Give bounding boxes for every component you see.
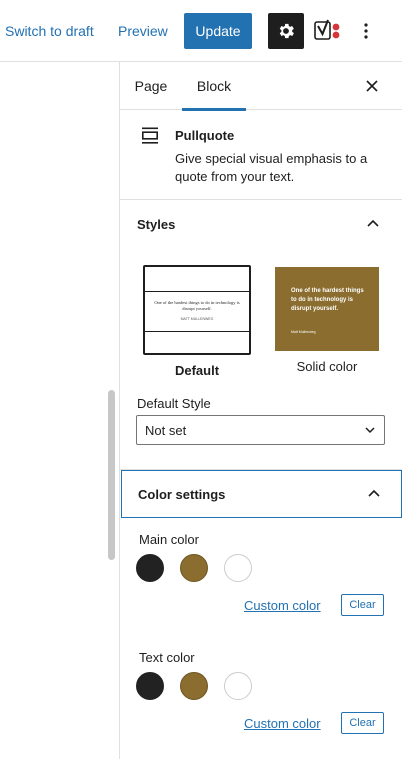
styles-panel-title: Styles	[137, 217, 176, 232]
main-custom-color-button[interactable]: Custom color	[244, 598, 321, 613]
preview-quote-text: One of the hardest things to do in techn…	[291, 288, 364, 312]
preview-quote-text: One of the hardest things to do in techn…	[154, 300, 240, 311]
gear-icon	[279, 23, 294, 39]
chevron-up-icon	[365, 484, 383, 502]
text-clear-button[interactable]: Clear	[341, 712, 384, 734]
preview-citation: Matt Mullenweg	[291, 330, 316, 334]
color-settings-panel: Color settings Main color Custom color C…	[120, 470, 402, 759]
update-button[interactable]: Update	[184, 13, 252, 49]
color-swatch-white[interactable]	[224, 554, 252, 582]
yoast-seo-button[interactable]	[310, 13, 346, 49]
color-swatch-brown[interactable]	[180, 672, 208, 700]
sidebar-tabs: Page Block	[120, 62, 402, 111]
preview-divider	[145, 331, 249, 332]
main-clear-button[interactable]: Clear	[341, 594, 384, 616]
settings-button[interactable]	[268, 13, 304, 49]
close-icon	[366, 80, 378, 92]
style-option-default[interactable]: One of the hardest things to do in techn…	[143, 265, 251, 378]
tab-block[interactable]: Block	[182, 62, 246, 111]
chevron-down-icon	[365, 427, 375, 434]
color-settings-toggle[interactable]: Color settings	[121, 470, 402, 518]
color-settings-title: Color settings	[138, 487, 226, 502]
text-color-label: Text color	[139, 650, 195, 665]
yoast-icon	[314, 19, 340, 40]
block-description: Give special visual emphasis to a quote …	[175, 151, 368, 184]
styles-panel-toggle[interactable]: Styles	[120, 200, 402, 248]
style-preview-default: One of the hardest things to do in techn…	[143, 265, 251, 355]
editor-header: Switch to draft Preview Update	[0, 0, 402, 62]
block-card: Pullquote Give special visual emphasis t…	[120, 110, 402, 200]
block-title: Pullquote	[175, 128, 235, 143]
tab-page[interactable]: Page	[126, 62, 176, 110]
default-style-select[interactable]: Not set	[136, 415, 385, 445]
more-options-button[interactable]	[352, 13, 380, 49]
style-label-default: Default	[174, 363, 220, 378]
text-custom-color-button[interactable]: Custom color	[244, 716, 321, 731]
close-sidebar-button[interactable]	[360, 74, 384, 98]
style-option-solid-color[interactable]: One of the hardest things to do in techn…	[273, 265, 381, 374]
switch-to-draft-button[interactable]: Switch to draft	[5, 23, 94, 39]
style-preview-solid-color: One of the hardest things to do in techn…	[275, 267, 379, 351]
main-color-label: Main color	[139, 532, 199, 547]
preview-divider	[145, 291, 249, 292]
settings-sidebar: Page Block Pullquote Give special visual…	[119, 62, 402, 759]
style-label-solid-color: Solid color	[296, 359, 358, 374]
styles-panel: Styles One of the hardest things to do i…	[120, 200, 402, 470]
color-swatch-black[interactable]	[136, 672, 164, 700]
color-swatch-white[interactable]	[224, 672, 252, 700]
canvas-scrollbar[interactable]	[108, 390, 115, 560]
color-swatch-brown[interactable]	[180, 554, 208, 582]
color-swatch-black[interactable]	[136, 554, 164, 582]
pullquote-icon	[141, 127, 158, 144]
more-vertical-icon	[364, 23, 368, 39]
preview-button[interactable]: Preview	[118, 23, 168, 39]
chevron-up-icon	[364, 214, 382, 232]
default-style-label: Default Style	[137, 396, 211, 411]
editor-canvas[interactable]	[0, 62, 119, 759]
default-style-value: Not set	[145, 422, 187, 438]
preview-citation: MATT MULLENWEG	[180, 317, 214, 321]
